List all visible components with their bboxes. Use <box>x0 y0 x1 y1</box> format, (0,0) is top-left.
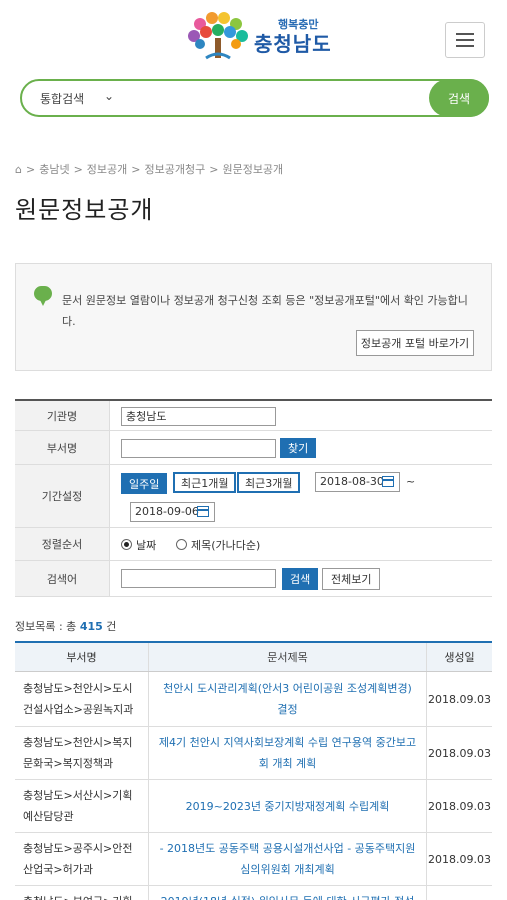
column-header-dept: 부서명 <box>66 651 97 664</box>
portal-link-button[interactable]: 정보공개 포털 바로가기 <box>356 330 474 356</box>
calendar-icon[interactable] <box>197 506 209 517</box>
page-title: 원문정보공개 <box>15 196 154 224</box>
breadcrumb-separator: > <box>131 162 141 176</box>
breadcrumb-separator: > <box>73 162 83 176</box>
column-header-title: 문서제목 <box>148 643 426 671</box>
keyword-label: 검색어 <box>15 561 109 596</box>
form-row-sort: 정렬순서 날짜 제목(가나다순) <box>15 528 492 561</box>
row-title-link[interactable]: 천안시 도시관리계획(안서3 어린이공원 조성계획변경) 결정 <box>148 672 426 726</box>
breadcrumb: ⌂ > 충남넷 > 정보공개 > 정보공개청구 > 원문정보공개 <box>15 161 283 177</box>
breadcrumb-item[interactable]: 정보공개 <box>87 161 127 177</box>
breadcrumb-separator: > <box>209 162 219 176</box>
table-row: 충청남도>천안시>복지문화국>복지정책과 제4기 천안시 지역사회보장계획 수립… <box>15 727 492 780</box>
row-dept: 충청남도>서산시>기획예산담당관 <box>23 789 133 823</box>
keyword-field[interactable] <box>121 569 276 588</box>
results-table: 부서명 문서제목 생성일 충청남도>천안시>도시건설사업소>공원녹지과 천안시 … <box>15 641 492 900</box>
info-text: 문서 원문정보 열람이나 정보공개 청구신청 조회 등은 "정보공개포털"에서 … <box>62 294 468 328</box>
row-title-link[interactable]: 2019년(18년 실적) 위임사무 등에 대한 시군평가 정성지 <box>148 886 426 900</box>
search-form: 기관명 충청남도 부서명 찾기 기간설정 일주일 최근1개월 최근3개월 201… <box>15 399 492 597</box>
period-1week-button[interactable]: 일주일 <box>121 473 168 494</box>
form-row-agency: 기관명 충청남도 <box>15 401 492 431</box>
hamburger-menu-button[interactable] <box>445 22 485 58</box>
breadcrumb-item[interactable]: 충남넷 <box>39 161 69 177</box>
form-row-period: 기간설정 일주일 최근1개월 최근3개월 2018-08-30 ~ 2018-0… <box>15 465 492 528</box>
sort-label: 정렬순서 <box>15 528 109 560</box>
column-header-date: 생성일 <box>426 643 492 671</box>
row-date: 2018.09.03 <box>426 727 492 779</box>
global-search-input[interactable] <box>142 87 422 109</box>
row-dept: 충청남도>천안시>복지문화국>복지정책과 <box>23 736 133 770</box>
chungnam-logo[interactable]: 행복충만 충청남도 <box>186 10 332 62</box>
form-row-dept: 부서명 찾기 <box>15 431 492 465</box>
logo-subtitle: 행복충만 <box>278 17 319 31</box>
date-to-field[interactable]: 2018-09-06 <box>130 502 215 522</box>
sort-date-label: 날짜 <box>136 539 157 552</box>
home-icon[interactable]: ⌂ <box>15 163 22 176</box>
logo-tree-icon <box>188 12 248 60</box>
table-row: 충청남도>부여군>기획감 2019년(18년 실적) 위임사무 등에 대한 시군… <box>15 886 492 900</box>
row-dept: 충청남도>부여군>기획감 <box>15 886 148 900</box>
sort-date-radio[interactable] <box>121 539 132 550</box>
dept-field[interactable] <box>121 439 276 458</box>
sort-title-radio[interactable] <box>176 539 187 550</box>
global-search-bar: 통합검색 ⌄ 검색 <box>20 79 489 117</box>
date-from-value: 2018-08-30 <box>320 475 384 488</box>
period-3month-button[interactable]: 최근3개월 <box>237 472 301 493</box>
row-date: 2018.09.03 <box>426 672 492 726</box>
calendar-icon[interactable] <box>382 476 394 487</box>
date-from-field[interactable]: 2018-08-30 <box>315 472 400 492</box>
menu-icon-bar <box>456 45 474 47</box>
header: 행복충만 충청남도 <box>0 0 507 75</box>
row-dept: 충청남도>천안시>도시건설사업소>공원녹지과 <box>23 682 134 716</box>
sort-title-label: 제목(가나다순) <box>191 539 261 552</box>
breadcrumb-separator: > <box>25 162 36 176</box>
menu-icon-bar <box>456 33 474 35</box>
menu-icon-bar <box>456 39 474 41</box>
form-row-keyword: 검색어 검색 전체보기 <box>15 561 492 597</box>
table-row: 충청남도>공주시>안전산업국>허가과 - 2018년도 공동주택 공용시설개선사… <box>15 833 492 886</box>
view-all-button[interactable]: 전체보기 <box>322 568 381 590</box>
agency-field[interactable]: 충청남도 <box>121 407 276 426</box>
global-search-button[interactable]: 검색 <box>429 79 489 117</box>
chevron-down-icon[interactable]: ⌄ <box>104 89 114 103</box>
result-count-prefix: 정보목록 : 총 <box>15 620 77 633</box>
row-date: 2018.09.03 <box>426 833 492 885</box>
date-to-value: 2018-09-06 <box>135 505 199 518</box>
agency-label: 기관명 <box>15 401 109 430</box>
table-header: 부서명 문서제목 생성일 <box>15 643 492 672</box>
row-date: 2018.09.03 <box>426 780 492 832</box>
info-box: 문서 원문정보 열람이나 정보공개 청구신청 조회 등은 "정보공개포털"에서 … <box>15 263 492 371</box>
row-title-link[interactable]: - 2018년도 공동주택 공용시설개선사업 - 공동주택지원심의위원회 개최계… <box>148 833 426 885</box>
result-count-value: 415 <box>79 620 103 633</box>
row-dept: 충청남도>공주시>안전산업국>허가과 <box>23 842 133 876</box>
row-title-link[interactable]: 제4기 천안시 지역사회보장계획 수립 연구용역 중간보고회 개최 계획 <box>148 727 426 779</box>
period-label: 기간설정 <box>15 465 109 527</box>
speech-bubble-icon <box>34 286 52 306</box>
table-row: 충청남도>서산시>기획예산담당관 2019~2023년 중기지방재정계획 수립계… <box>15 780 492 833</box>
dept-find-button[interactable]: 찾기 <box>280 438 317 458</box>
dept-label: 부서명 <box>15 431 109 464</box>
row-date <box>426 886 492 900</box>
date-range-tilde: ~ <box>406 475 416 488</box>
row-title-link[interactable]: 2019~2023년 중기지방재정계획 수립계획 <box>148 780 426 832</box>
logo-title: 충청남도 <box>254 31 332 56</box>
breadcrumb-item[interactable]: 원문정보공개 <box>222 161 283 177</box>
search-submit-button[interactable]: 검색 <box>282 568 319 590</box>
period-1month-button[interactable]: 최근1개월 <box>173 472 237 493</box>
result-count-suffix: 건 <box>106 620 117 633</box>
search-category-select[interactable]: 통합검색 <box>40 90 84 107</box>
result-count: 정보목록 : 총 415 건 <box>15 618 116 634</box>
breadcrumb-item[interactable]: 정보공개청구 <box>145 161 206 177</box>
table-row: 충청남도>천안시>도시건설사업소>공원녹지과 천안시 도시관리계획(안서3 어린… <box>15 672 492 727</box>
